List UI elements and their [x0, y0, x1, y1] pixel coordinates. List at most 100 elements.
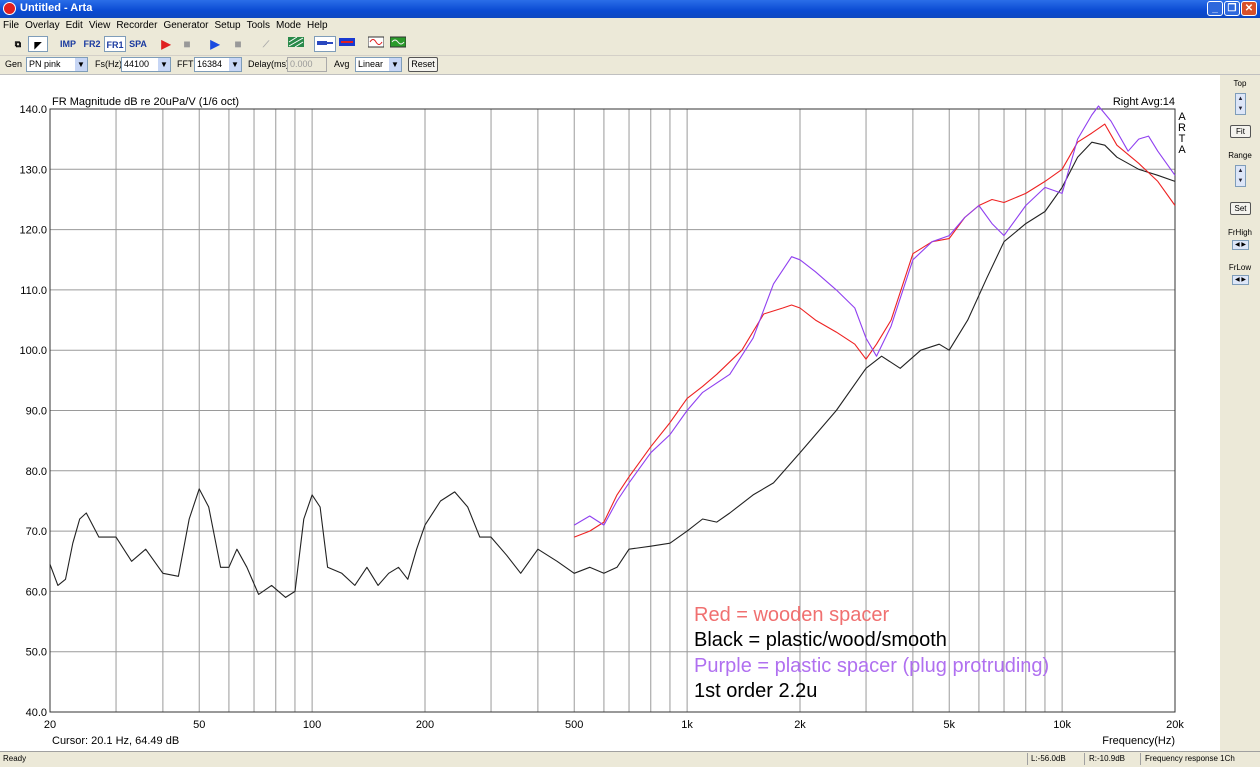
spa-mode-button[interactable]: SPA — [127, 36, 149, 52]
generator-select[interactable]: PN pink ▼ — [26, 57, 88, 72]
chart-title: FR Magnitude dB re 20uPa/V (1/6 oct) — [52, 96, 239, 108]
chart-grid — [49, 108, 1176, 713]
legend-red: Red = wooden spacer — [694, 604, 889, 626]
minimize-icon[interactable]: _ — [1207, 1, 1223, 16]
close-icon[interactable]: ✕ — [1241, 1, 1257, 16]
x-tick-labels: 20 50 100 200 500 1k 2k 5k 10k 20k — [44, 719, 1184, 731]
x-tick-label: 50 — [193, 719, 205, 731]
y-tick-label: 60.0 — [26, 586, 47, 598]
chevron-down-icon[interactable]: ▼ — [75, 58, 87, 71]
status-mode: Frequency response 1Ch — [1145, 754, 1235, 763]
status-divider — [1140, 753, 1141, 765]
delay-input[interactable]: 0.000 — [287, 57, 327, 72]
menu-file[interactable]: File — [0, 18, 22, 33]
gen-label: Gen — [5, 59, 23, 69]
chevron-down-icon[interactable]: ▼ — [158, 58, 170, 71]
chevron-down-icon[interactable]: ▼ — [389, 58, 401, 71]
fr2-mode-button[interactable]: FR2 — [81, 36, 103, 52]
y-tick-label: 80.0 — [26, 466, 47, 478]
signal-generator-icon[interactable] — [366, 36, 386, 52]
averaging-select[interactable]: Linear ▼ — [355, 57, 402, 72]
frlow-arrows[interactable]: ◀ ▶ — [1232, 275, 1249, 285]
x-tick-label: 10k — [1053, 719, 1071, 731]
impulse-mode-button[interactable]: IMP — [56, 36, 80, 52]
status-right-level: R:-10.9dB — [1089, 754, 1126, 763]
range-label: Range — [1228, 151, 1252, 160]
y-tick-label: 100.0 — [19, 345, 47, 357]
generator-stop-icon[interactable]: ■ — [228, 36, 248, 52]
x-tick-label: 2k — [794, 719, 806, 731]
menu-edit[interactable]: Edit — [63, 18, 86, 33]
generator-bar: Gen PN pink ▼ Fs(Hz) 44100 ▼ FFT 16384 ▼ De… — [0, 56, 1260, 75]
range-spinner[interactable]: ▲ ▼ — [1235, 165, 1246, 187]
oscilloscope-icon[interactable] — [388, 36, 408, 52]
status-left-level: L:-56.0dB — [1031, 754, 1066, 763]
plot-area[interactable]: 40.0 50.0 60.0 70.0 80.0 90.0 100.0 110.0 120.0 1… — [0, 75, 1220, 751]
menu-setup[interactable]: Setup — [211, 18, 243, 33]
menu-tools[interactable]: Tools — [244, 18, 273, 33]
menu-bar: File Overlay Edit View Recorder Generator Setu… — [0, 18, 1260, 33]
legend-purple: Purple = plastic spacer (plug protruding… — [694, 655, 1049, 677]
averaging-value: Linear — [358, 59, 384, 69]
set-button[interactable]: Set — [1230, 202, 1251, 215]
sample-rate-select[interactable]: 44100 ▼ — [121, 57, 171, 72]
y-tick-label: 90.0 — [26, 406, 47, 418]
restore-icon[interactable]: ❐ — [1224, 1, 1240, 16]
menu-recorder[interactable]: Recorder — [113, 18, 160, 33]
y-tick-label: 70.0 — [26, 526, 47, 538]
x-tick-label: 200 — [416, 719, 434, 731]
level-meter-icon[interactable] — [337, 36, 357, 52]
y-tick-label: 110.0 — [20, 285, 47, 297]
record-stop-icon[interactable]: ■ — [177, 36, 197, 52]
side-panel: Top ▲ ▼ Fit Range ▲ ▼ Set FrHigh ◀ ▶ FrLow… — [1220, 75, 1260, 751]
menu-generator[interactable]: Generator — [160, 18, 211, 33]
y-tick-label: 130.0 — [19, 164, 47, 176]
generator-value: PN pink — [29, 59, 61, 69]
record-play-icon[interactable]: ▶ — [156, 36, 176, 52]
status-divider — [1084, 753, 1085, 765]
delay-label: Delay(ms) — [248, 59, 290, 69]
fr1-mode-button[interactable]: FR1 — [104, 36, 126, 52]
status-ready: Ready — [3, 754, 27, 763]
window-title: Untitled - Arta — [20, 2, 93, 14]
fft-size-value: 16384 — [197, 59, 223, 69]
channel-avg-label: Right Avg:14 — [1113, 96, 1175, 108]
sample-rate-value: 44100 — [124, 59, 150, 69]
y-tick-label: 50.0 — [26, 647, 47, 659]
toolbar: ⧉ ◤ IMP FR2 FR1 SPA ▶ ■ ▶ ■ ⟋ — [0, 33, 1260, 56]
x-axis-label: Frequency(Hz) — [1102, 735, 1175, 747]
y-tick-label: 120.0 — [19, 225, 47, 237]
y-tick-label: 40.0 — [26, 707, 47, 719]
legend-black: Black = plastic/wood/smooth — [694, 629, 947, 651]
generator-play-icon[interactable]: ▶ — [205, 36, 225, 52]
cursor-icon[interactable]: ◤ — [28, 36, 48, 52]
x-tick-label: 100 — [303, 719, 321, 731]
y-tick-labels: 40.0 50.0 60.0 70.0 80.0 90.0 100.0 110.0 120.0 1… — [19, 104, 47, 719]
cursor-readout: Cursor: 20.1 Hz, 64.49 dB — [52, 735, 179, 747]
calibrate-icon[interactable]: ⟋ — [256, 36, 276, 52]
menu-help[interactable]: Help — [304, 18, 331, 33]
fft-size-select[interactable]: 16384 ▼ — [194, 57, 242, 72]
chevron-down-icon[interactable]: ▼ — [229, 58, 241, 71]
top-spinner[interactable]: ▲ ▼ — [1235, 93, 1246, 115]
reset-button[interactable]: Reset — [408, 57, 438, 72]
fit-button[interactable]: Fit — [1230, 125, 1251, 138]
top-label: Top — [1233, 79, 1247, 88]
copy-icon[interactable]: ⧉ — [8, 36, 28, 52]
arta-app-icon — [3, 2, 16, 15]
frequency-response-chart[interactable]: 40.0 50.0 60.0 70.0 80.0 90.0 100.0 110.0 120.0 1… — [0, 75, 1220, 751]
cable-icon[interactable] — [314, 36, 336, 52]
frhigh-arrows[interactable]: ◀ ▶ — [1232, 240, 1249, 250]
menu-view[interactable]: View — [86, 18, 114, 33]
menu-mode[interactable]: Mode — [273, 18, 304, 33]
avg-label: Avg — [334, 59, 350, 69]
fs-label: Fs(Hz) — [95, 59, 122, 69]
x-tick-label: 20k — [1166, 719, 1184, 731]
status-bar: Ready L:-56.0dB R:-10.9dB Frequency resp… — [0, 751, 1260, 767]
y-tick-label: 140.0 — [19, 104, 47, 116]
x-tick-label: 20 — [44, 719, 56, 731]
legend-crossover: 1st order 2.2u — [694, 680, 817, 702]
smoothing-icon[interactable] — [286, 36, 306, 52]
menu-overlay[interactable]: Overlay — [22, 18, 62, 33]
series-line-1 — [574, 123, 1176, 538]
